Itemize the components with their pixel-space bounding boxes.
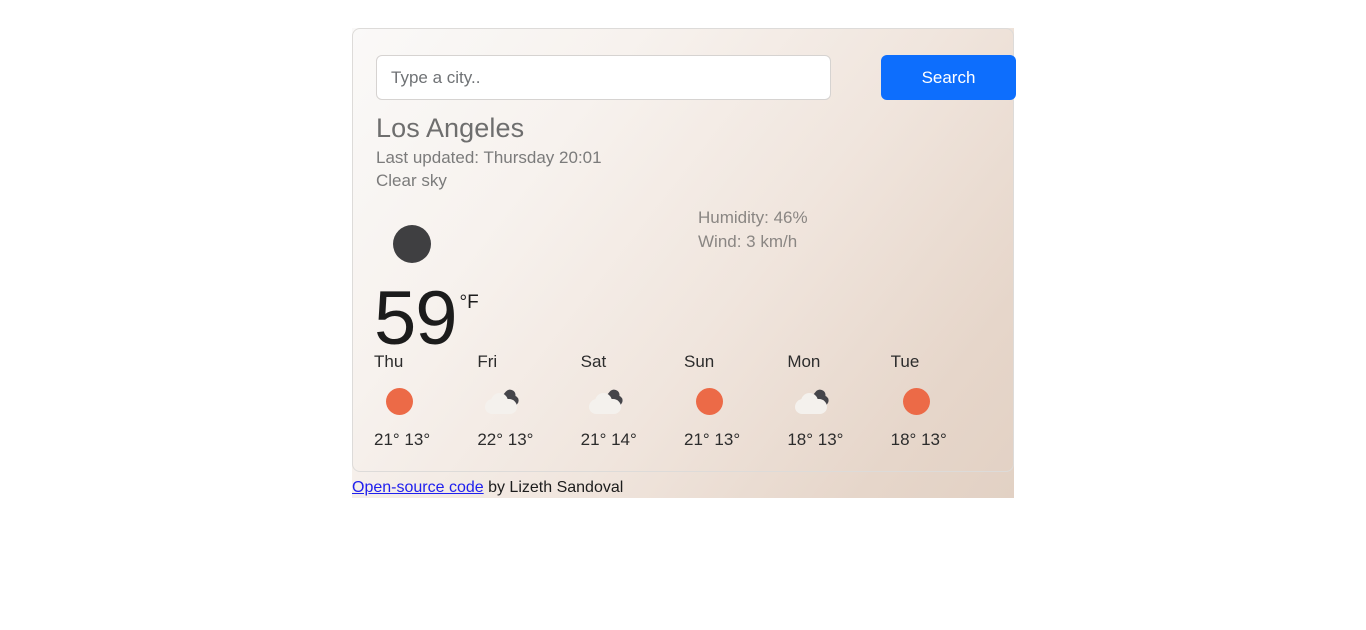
cloud-icon (795, 386, 841, 420)
forecast-day-5: Tue 18° 13° (891, 351, 994, 451)
weather-widget: Search Los Angeles Last updated: Thursda… (352, 28, 1016, 498)
forecast-day-label: Mon (787, 352, 821, 371)
open-source-code-link[interactable]: Open-source code (352, 479, 484, 496)
weather-card: Search Los Angeles Last updated: Thursda… (352, 28, 1016, 472)
forecast-day-label: Thu (374, 352, 404, 371)
forecast-day-4: Mon 18° 13° (787, 351, 890, 451)
forecast-row: Thu 21° 13° Fri 22° 13° Sat 21° 14° Sun … (374, 351, 994, 451)
weather-metrics: Humidity: 46% Wind: 3 km/h (698, 207, 808, 255)
city-name: Los Angeles (376, 113, 525, 143)
search-row: Search (376, 55, 1016, 100)
forecast-day-label: Fri (477, 352, 498, 371)
app-root: Search Los Angeles Last updated: Thursda… (0, 0, 1366, 630)
footer-author-text: by Lizeth Sandoval (483, 479, 624, 496)
forecast-temps: 18° 13° (890, 430, 947, 449)
city-header: Los Angeles Last updated: Thursday 20:01… (376, 112, 896, 192)
search-input[interactable] (376, 55, 831, 100)
current-temperature: 59 °F (374, 279, 479, 359)
sun-icon (382, 386, 428, 420)
forecast-day-0: Thu 21° 13° (374, 351, 477, 451)
cloud-icon (588, 386, 635, 420)
forecast-day-1: Fri 22° 13° (477, 351, 580, 451)
temperature-unit: °F (459, 292, 479, 313)
forecast-temps: 21° 13° (683, 430, 741, 449)
temperature-value: 59 (374, 276, 458, 361)
forecast-day-3: Sun 21° 13° (684, 351, 787, 451)
cloud-icon (485, 386, 531, 420)
sun-icon (692, 386, 738, 420)
forecast-temps: 21° 14° (580, 430, 637, 449)
footer: Open-source code by Lizeth Sandoval (352, 478, 1014, 498)
last-updated-text: Last updated: Thursday 20:01 (376, 148, 602, 167)
condition-text: Clear sky (376, 171, 447, 190)
current-weather-icon-wrap (393, 225, 455, 283)
humidity-text: Humidity: 46% (698, 208, 808, 227)
forecast-day-label: Sat (580, 352, 607, 371)
sun-icon (899, 386, 945, 420)
forecast-temps: 18° 13° (787, 430, 844, 449)
search-button[interactable]: Search (881, 55, 1016, 100)
forecast-day-label: Tue (890, 352, 920, 371)
forecast-temps: 21° 13° (374, 430, 431, 449)
wind-text: Wind: 3 km/h (698, 232, 798, 251)
forecast-day-2: Sat 21° 14° (581, 351, 684, 451)
forecast-day-label: Sun (683, 352, 715, 371)
forecast-temps: 22° 13° (477, 430, 534, 449)
dark-circle-icon (393, 225, 431, 263)
